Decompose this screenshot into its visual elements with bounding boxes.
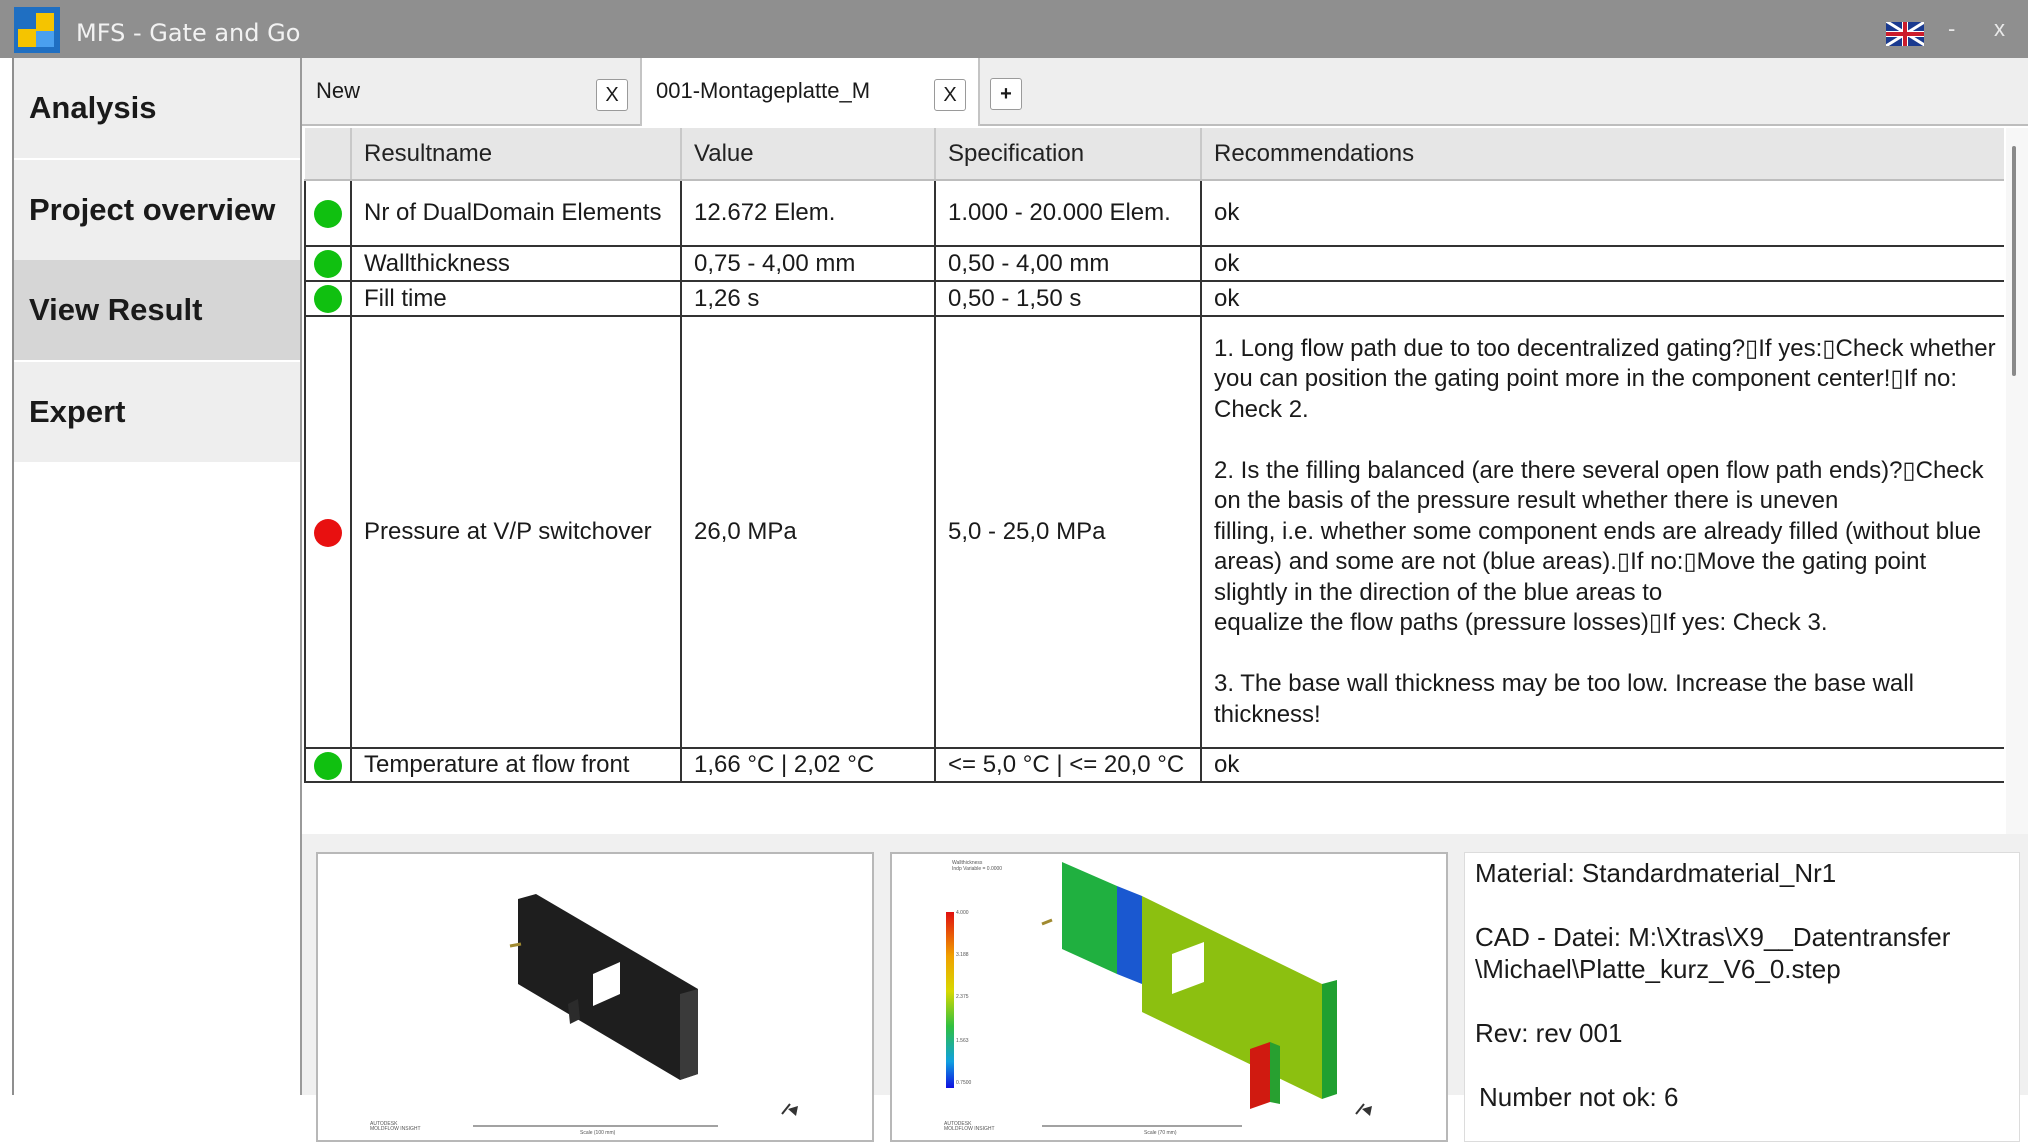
recommendation-cell: 1. Long flow path due to too decentraliz… — [1200, 315, 2004, 749]
wallthickness-model-graphic — [946, 862, 1372, 1127]
close-window-button[interactable]: x — [1994, 16, 2005, 42]
app-window: MFS - Gate and Go - x Analysis Project o… — [0, 0, 2028, 1142]
column-header-status[interactable] — [305, 128, 352, 181]
value-cell: 1,66 °C | 2,02 °C — [680, 747, 936, 783]
status-ok-icon — [314, 250, 342, 279]
material-label: Material: Standardmaterial_Nr1 — [1475, 858, 1837, 888]
cad-file-path: \Michael\Platte_kurz_V6_0.step — [1475, 954, 1841, 984]
status-cell — [304, 315, 352, 749]
tab-label: New — [316, 78, 361, 103]
legend-tick: 0.7500 — [956, 1080, 972, 1086]
resultname-cell: Temperature at flow front — [350, 747, 682, 783]
sidebar: Analysis Project overview View Result Ex… — [12, 58, 302, 1095]
table-row[interactable]: Fill time 1,26 s 0,50 - 1,50 s ok — [304, 280, 2004, 317]
column-header-specification[interactable]: Specification — [935, 128, 1202, 181]
status-cell — [304, 179, 352, 247]
tab-close-button[interactable]: X — [596, 79, 628, 111]
sidebar-item-view-result[interactable]: View Result — [14, 260, 302, 360]
resultname-cell: Nr of DualDomain Elements — [350, 179, 682, 247]
table-header-row: Resultname Value Specification Recommend… — [305, 128, 2004, 181]
status-ok-icon — [314, 199, 342, 228]
results-table: Resultname Value Specification Recommend… — [304, 128, 2004, 834]
specification-cell: 1.000 - 20.000 Elem. — [934, 179, 1202, 247]
value-cell: 1,26 s — [680, 280, 936, 317]
recommendation-cell: ok — [1200, 280, 2004, 317]
specification-cell: <= 5,0 °C | <= 20,0 °C — [934, 747, 1202, 783]
legend-tick: 3.188 — [956, 952, 969, 958]
resultname-cell: Fill time — [350, 280, 682, 317]
recommendation-cell: ok — [1200, 245, 2004, 282]
cad-file-label: CAD - Datei: M:\Xtras\X9__Datentransfer — [1475, 922, 1951, 952]
status-ok-icon — [314, 751, 342, 780]
sidebar-item-expert[interactable]: Expert — [14, 362, 302, 462]
project-info-panel: Material: Standardmaterial_Nr1 CAD - Dat… — [1464, 852, 2020, 1142]
legend-subtitle: Indp Variable = 0.0000 — [952, 866, 1003, 872]
table-row[interactable]: Temperature at flow front 1,66 °C | 2,02… — [304, 747, 2004, 783]
uk-flag-icon[interactable] — [1886, 22, 1924, 46]
window-title: MFS - Gate and Go — [76, 19, 301, 47]
tab-new[interactable]: New X — [302, 58, 642, 126]
tab-label: 001-Montageplatte_M — [656, 78, 871, 103]
scale-label: Scale (70 mm) — [1144, 1130, 1177, 1136]
value-cell: 12.672 Elem. — [680, 179, 936, 247]
recommendation-cell: ok — [1200, 179, 2004, 247]
resultname-cell: Pressure at V/P switchover — [350, 315, 682, 749]
status-not-ok-icon — [314, 518, 342, 547]
tab-montageplatte[interactable]: 001-Montageplatte_M X — [642, 58, 980, 126]
moldflow-logo: AUTODESK MOLDFLOW INSIGHT — [944, 1121, 995, 1132]
title-bar: MFS - Gate and Go - x — [0, 0, 2028, 58]
table-row[interactable]: Wallthickness 0,75 - 4,00 mm 0,50 - 4,00… — [304, 245, 2004, 282]
recommendation-cell: ok — [1200, 747, 2004, 783]
status-cell — [304, 280, 352, 317]
app-logo-icon — [14, 7, 60, 53]
column-header-resultname[interactable]: Resultname — [351, 128, 682, 181]
preview-area: AUTODESK MOLDFLOW INSIGHT Scale (100 mm) — [302, 834, 2028, 1142]
tab-bar: New X 001-Montageplatte_M X + — [302, 58, 2028, 126]
specification-cell: 0,50 - 1,50 s — [934, 280, 1202, 317]
status-cell — [304, 747, 352, 783]
resultname-cell: Wallthickness — [350, 245, 682, 282]
table-row[interactable]: Pressure at V/P switchover 26,0 MPa 5,0 … — [304, 315, 2004, 749]
model-preview-image[interactable]: AUTODESK MOLDFLOW INSIGHT Scale (100 mm) — [316, 852, 874, 1142]
not-ok-count: Number not ok: 6 — [1479, 1082, 1679, 1112]
table-scrollbar-thumb[interactable] — [2012, 146, 2016, 376]
legend-tick: 4.000 — [956, 910, 969, 916]
add-tab-button[interactable]: + — [990, 78, 1022, 110]
table-scrollbar[interactable] — [2006, 128, 2028, 834]
main-panel: New X 001-Montageplatte_M X + Resultname… — [300, 58, 2028, 1142]
value-cell: 26,0 MPa — [680, 315, 936, 749]
specification-cell: 5,0 - 25,0 MPa — [934, 315, 1202, 749]
column-header-value[interactable]: Value — [681, 128, 936, 181]
sidebar-item-project-overview[interactable]: Project overview — [14, 160, 302, 260]
legend-tick: 2.375 — [956, 994, 969, 1000]
legend-tick: 1.563 — [956, 1038, 969, 1044]
moldflow-logo: AUTODESK MOLDFLOW INSIGHT — [370, 1121, 421, 1132]
specification-cell: 0,50 - 4,00 mm — [934, 245, 1202, 282]
status-ok-icon — [314, 285, 342, 314]
table-row[interactable]: Nr of DualDomain Elements 12.672 Elem. 1… — [304, 179, 2004, 247]
mesh-model-graphic — [473, 894, 798, 1127]
tab-close-button[interactable]: X — [934, 79, 966, 111]
minimize-button[interactable]: - — [1948, 16, 1955, 42]
revision-label: Rev: rev 001 — [1475, 1018, 1623, 1048]
column-header-recommendations[interactable]: Recommendations — [1201, 128, 2004, 181]
wallthickness-preview-image[interactable]: Wallthickness Indp Variable = 0.0000 4.0… — [890, 852, 1448, 1142]
scale-label: Scale (100 mm) — [580, 1130, 616, 1136]
value-cell: 0,75 - 4,00 mm — [680, 245, 936, 282]
sidebar-item-analysis[interactable]: Analysis — [14, 58, 302, 158]
status-cell — [304, 245, 352, 282]
